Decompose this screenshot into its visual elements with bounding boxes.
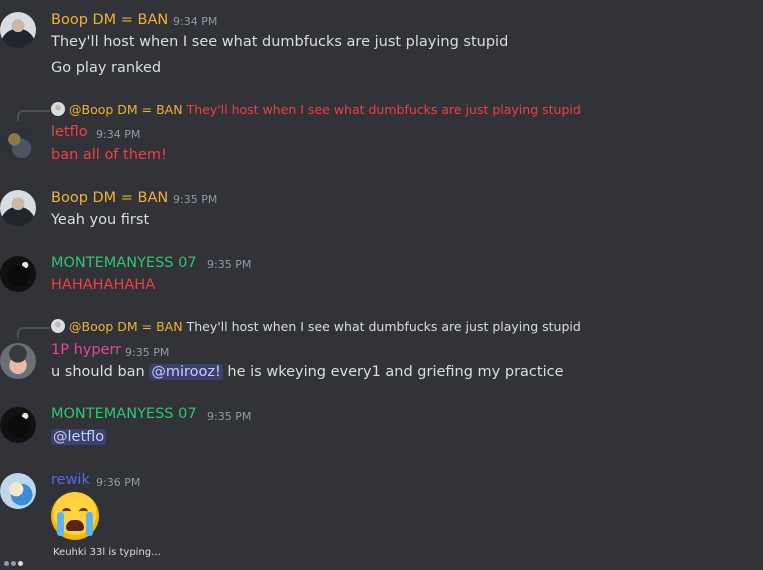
timestamp: 9:36 PM [96,476,141,489]
timestamp: 9:35 PM [207,410,252,423]
message-text: ban all of them! [51,147,167,163]
user-mention[interactable]: @letflo [51,429,107,445]
avatar[interactable] [0,12,36,48]
reply-avatar [51,102,65,116]
timestamp: 9:35 PM [125,346,170,359]
timestamp: 9:34 PM [173,15,218,28]
timestamp: 9:35 PM [173,193,218,206]
message-text: u should ban @mirooz! he is wkeying ever… [51,364,564,380]
author-name[interactable]: MONTEMANYESS 07 [51,255,197,271]
typing-indicator: Keuhki 33l is typing... [53,547,161,558]
author-name[interactable]: 1P hyperr [51,342,121,358]
message-text: They'll host when I see what dumbfucks a… [51,34,509,50]
avatar[interactable] [0,190,36,226]
timestamp: 9:34 PM [96,128,141,141]
emoji-tear [86,512,93,536]
reply-text: They'll host when I see what dumbfucks a… [186,102,581,117]
emoji-tear [57,512,64,536]
typing-dots-icon [4,551,25,570]
reply-text: They'll host when I see what dumbfucks a… [186,319,581,334]
text-segment: he is wkeying every1 and griefing my pra… [222,364,564,380]
user-mention[interactable]: @mirooz! [149,364,223,380]
author-name[interactable]: letflo [51,124,88,140]
reply-connector [17,110,50,121]
author-name[interactable]: Boop DM = BAN [51,190,168,206]
emoji-mouth [66,520,84,531]
loudly-crying-face-emoji-icon[interactable] [51,492,99,540]
reply-mention[interactable]: @Boop DM = BAN [69,319,183,334]
author-name[interactable]: rewik [51,472,90,488]
author-name[interactable]: Boop DM = BAN [51,12,168,28]
message-text: Go play ranked [51,60,162,76]
avatar[interactable] [0,407,36,443]
avatar[interactable] [0,256,36,292]
timestamp: 9:35 PM [207,258,252,271]
avatar[interactable] [0,125,36,161]
message-text: @letflo [51,429,107,445]
avatar[interactable] [0,473,36,509]
reply-mention[interactable]: @Boop DM = BAN [69,102,183,117]
message-text: Yeah you first [51,212,150,228]
author-name[interactable]: MONTEMANYESS 07 [51,406,197,422]
reply-preview[interactable]: @Boop DM = BAN They'll host when I see w… [51,102,581,117]
reply-avatar [51,319,65,333]
message-text: HAHAHAHAHA [51,277,156,293]
text-segment: u should ban [51,364,150,380]
reply-connector [17,327,50,338]
avatar[interactable] [0,343,36,379]
reply-preview[interactable]: @Boop DM = BAN They'll host when I see w… [51,319,581,334]
